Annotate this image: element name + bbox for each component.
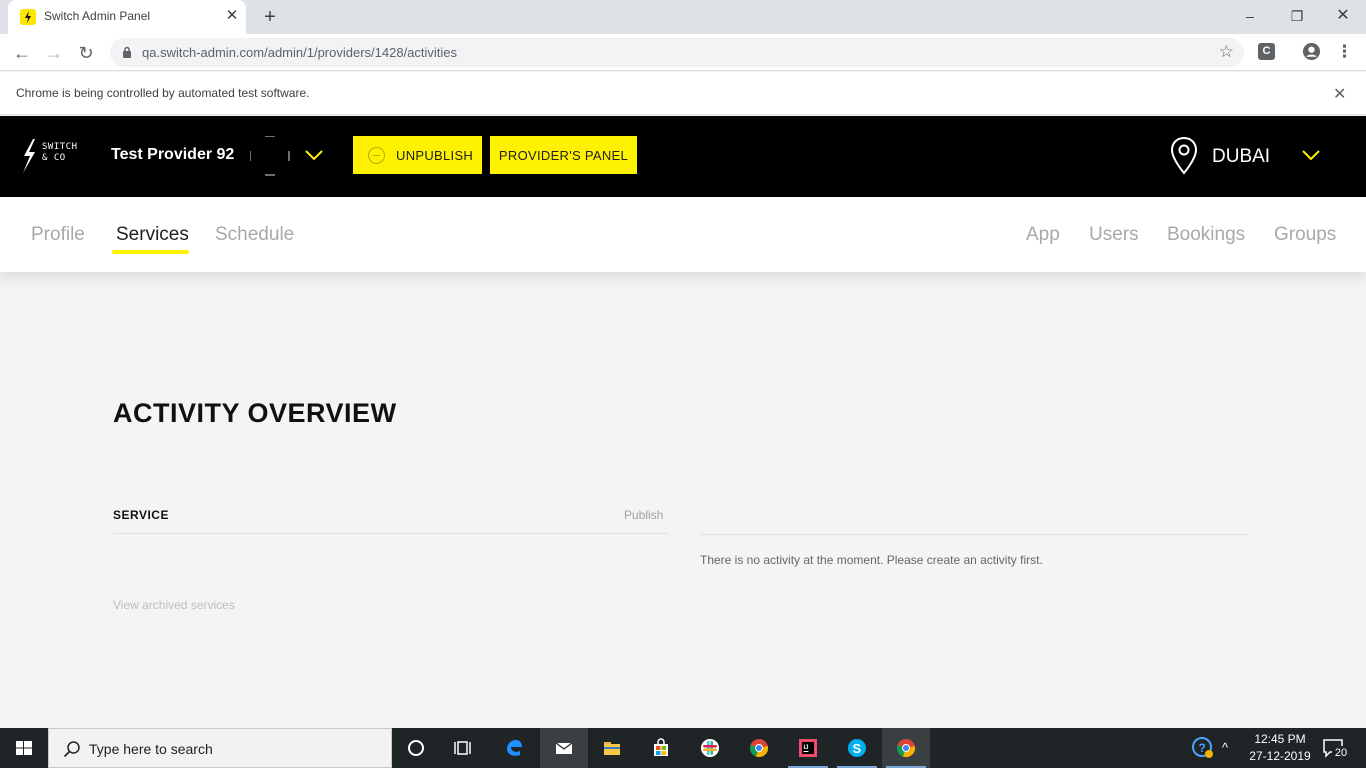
extension-icon[interactable]: C	[1258, 43, 1275, 60]
switch-favicon-icon	[20, 9, 36, 25]
divider	[113, 533, 668, 534]
view-archived-services-link[interactable]: View archived services	[113, 598, 235, 612]
search-placeholder: Type here to search	[89, 741, 213, 757]
slack-icon[interactable]	[686, 728, 734, 768]
provider-subnav: Profile Services Schedule App Users Book…	[0, 197, 1366, 272]
svg-text:IJ: IJ	[804, 745, 809, 751]
search-icon	[63, 741, 80, 758]
provider-dropdown-chevron-icon[interactable]	[304, 148, 324, 162]
browser-menu-icon[interactable]: ⋮	[1336, 41, 1353, 63]
close-tab-icon[interactable]: ✕	[224, 8, 240, 24]
tab-groups[interactable]: Groups	[1274, 224, 1336, 246]
windows-taskbar: Type here to search IJ S ? ^ 12:45 PM 27…	[0, 728, 1366, 768]
profile-icon[interactable]	[1302, 42, 1321, 61]
provider-name: Test Provider 92	[111, 146, 235, 163]
unpublish-label: UNPUBLISH	[396, 148, 474, 163]
notification-count: 20	[1332, 746, 1350, 760]
app-header: SWITCH & CO Test Provider 92 UNPUBLISH P…	[0, 116, 1366, 197]
tab-users[interactable]: Users	[1089, 224, 1139, 246]
cortana-icon[interactable]	[392, 728, 440, 768]
new-tab-icon[interactable]: +	[260, 7, 280, 27]
page-title: ACTIVITY OVERVIEW	[113, 398, 397, 428]
back-icon[interactable]: ←	[10, 41, 34, 65]
browser-tab[interactable]: Switch Admin Panel ✕	[8, 0, 246, 34]
svg-text:?: ?	[1199, 741, 1206, 755]
automation-infobar: Chrome is being controlled by automated …	[0, 72, 1366, 115]
url-text: qa.switch-admin.com/admin/1/providers/14…	[142, 45, 458, 60]
tab-title: Switch Admin Panel	[44, 9, 151, 23]
mail-icon[interactable]	[540, 728, 588, 768]
service-column-header: SERVICE	[113, 508, 169, 522]
empty-state-message: There is no activity at the moment. Plea…	[700, 553, 1043, 567]
city-name[interactable]: DUBAI	[1212, 146, 1270, 168]
divider	[700, 534, 1250, 535]
logo-line-1: SWITCH	[42, 142, 78, 152]
infobar-message: Chrome is being controlled by automated …	[16, 86, 310, 100]
providers-panel-label: PROVIDER'S PANEL	[498, 148, 629, 163]
show-hidden-icons-icon[interactable]: ^	[1222, 740, 1228, 755]
address-bar[interactable]: qa.switch-admin.com/admin/1/providers/14…	[110, 38, 1244, 67]
close-infobar-icon[interactable]: ✕	[1333, 84, 1346, 104]
providers-panel-button[interactable]: PROVIDER'S PANEL	[490, 136, 637, 174]
minus-circle-icon	[368, 147, 385, 164]
tab-profile[interactable]: Profile	[31, 224, 85, 246]
active-tab-indicator	[112, 250, 189, 254]
chrome-icon[interactable]	[882, 728, 930, 768]
browser-tab-strip: Switch Admin Panel ✕ + – ❐ ✕	[0, 0, 1366, 34]
chrome-icon[interactable]	[735, 728, 783, 768]
bookmark-star-icon[interactable]: ☆	[1219, 42, 1234, 62]
edge-icon[interactable]	[490, 728, 538, 768]
minimize-icon[interactable]: –	[1236, 5, 1264, 27]
intellij-icon[interactable]: IJ	[784, 728, 832, 768]
lock-icon	[123, 46, 131, 58]
skype-icon[interactable]: S	[833, 728, 881, 768]
tab-schedule[interactable]: Schedule	[215, 224, 294, 246]
unpublish-button[interactable]: UNPUBLISH	[353, 136, 482, 174]
restore-icon[interactable]: ❐	[1283, 5, 1311, 27]
logo-line-2: & CO	[42, 153, 66, 163]
close-window-icon[interactable]: ✕	[1329, 5, 1357, 27]
tab-bookings[interactable]: Bookings	[1167, 224, 1245, 246]
browser-toolbar: ← → ↻ qa.switch-admin.com/admin/1/provid…	[0, 34, 1366, 71]
store-icon[interactable]	[637, 728, 685, 768]
svg-text:S: S	[853, 741, 862, 756]
taskbar-search-box[interactable]: Type here to search	[48, 728, 392, 768]
file-explorer-icon[interactable]	[588, 728, 636, 768]
forward-icon[interactable]: →	[42, 41, 66, 65]
location-pin-icon	[1170, 136, 1198, 175]
help-icon[interactable]: ?	[1192, 737, 1214, 759]
switch-logo[interactable]: SWITCH & CO	[20, 139, 80, 175]
provider-avatar	[250, 136, 290, 176]
reload-icon[interactable]: ↻	[74, 41, 98, 65]
lightning-logo-icon	[23, 139, 35, 173]
task-view-icon[interactable]	[440, 728, 488, 768]
windows-start-icon[interactable]	[0, 728, 48, 768]
tab-app[interactable]: App	[1026, 224, 1060, 246]
clock-time[interactable]: 12:45 PM	[1240, 732, 1320, 746]
tab-services[interactable]: Services	[116, 224, 189, 246]
clock-date[interactable]: 27-12-2019	[1240, 749, 1320, 763]
publish-column-header: Publish	[624, 508, 664, 522]
city-dropdown-chevron-icon[interactable]	[1301, 148, 1321, 162]
